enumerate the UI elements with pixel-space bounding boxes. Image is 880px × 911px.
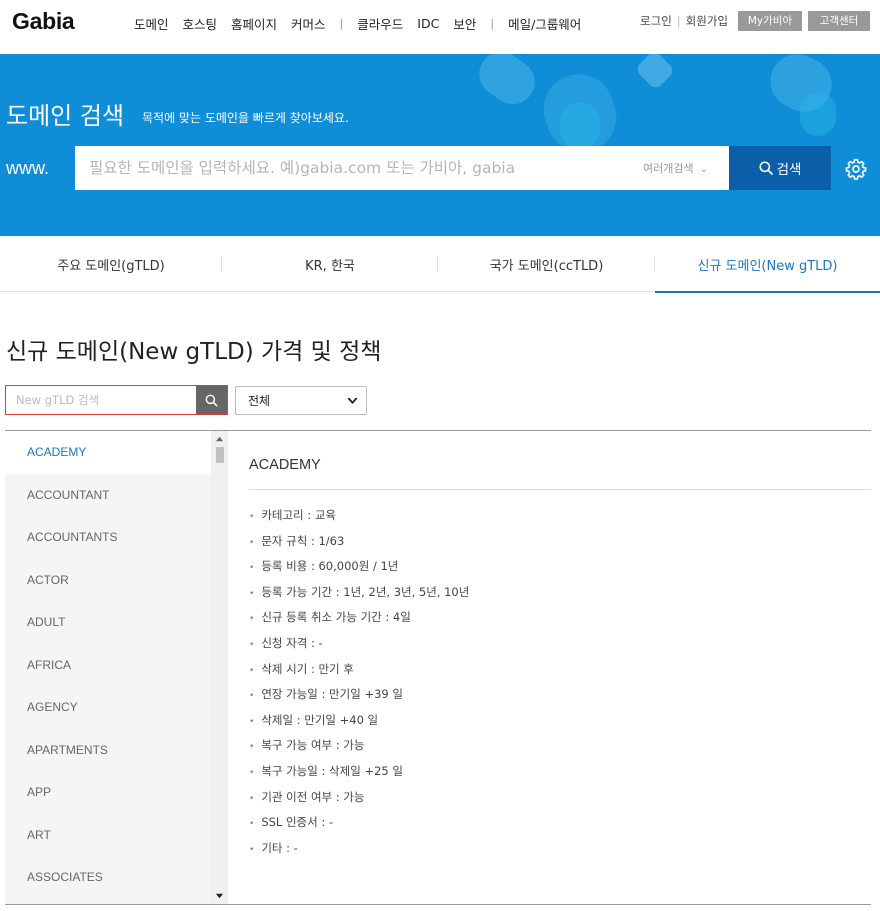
login-link[interactable]: 로그인 xyxy=(640,13,672,29)
tab-label: KR, 한국 xyxy=(305,258,355,274)
gtld-list-item[interactable]: ACCOUNTANT xyxy=(5,474,211,517)
gtld-list-item[interactable]: APP xyxy=(5,771,211,814)
category-select[interactable]: 전체 xyxy=(235,386,367,415)
gear-icon[interactable] xyxy=(845,158,867,180)
policy-info-list: 카테고리 : 교육문자 규칙 : 1/63등록 비용 : 60,000원 / 1… xyxy=(249,505,469,863)
detail-divider xyxy=(249,489,871,490)
tab-label: 신규 도메인(New gTLD) xyxy=(697,258,838,274)
domain-search-box: 여러개검색 ⌄ xyxy=(75,146,730,190)
policy-info-item: 복구 가능일 : 삭제일 +25 일 xyxy=(249,761,469,787)
policy-info-item: 삭제일 : 만기일 +40 일 xyxy=(249,710,469,736)
nav-cloud[interactable]: 클라우드 xyxy=(357,14,403,33)
util-separator: | xyxy=(676,14,681,28)
support-button[interactable]: 고객센터 xyxy=(808,11,870,31)
gtld-list-item[interactable]: ADULT xyxy=(5,601,211,644)
policy-info-item: 연장 가능일 : 만기일 +39 일 xyxy=(249,684,469,710)
domain-category-tabs: 주요 도메인(gTLD) KR, 한국 국가 도메인(ccTLD) 신규 도메인… xyxy=(0,236,880,293)
detail-title: ACADEMY xyxy=(249,457,321,473)
hero-title: 도메인 검색 xyxy=(6,102,125,130)
nav-idc[interactable]: IDC xyxy=(417,16,439,31)
gtld-detail: ACADEMY 카테고리 : 교육문자 규칙 : 1/63등록 비용 : 60,… xyxy=(249,431,871,904)
scroll-up-arrow-icon[interactable] xyxy=(215,435,224,444)
domain-search-button[interactable]: 검색 xyxy=(729,146,831,190)
policy-info-item: 복구 가능 여부 : 가능 xyxy=(249,735,469,761)
page-title: 신규 도메인(New gTLD) 가격 및 정책 xyxy=(6,339,382,365)
tab-label: 국가 도메인(ccTLD) xyxy=(489,258,604,274)
chevron-down-icon xyxy=(347,397,358,404)
decorative-shape xyxy=(470,54,544,113)
gtld-search-box xyxy=(5,385,228,415)
policy-info-item: 신청 자격 : - xyxy=(249,633,469,659)
tab-label: 주요 도메인(gTLD) xyxy=(57,258,165,274)
decorative-shape xyxy=(634,54,676,91)
tab-kr[interactable]: KR, 한국 xyxy=(222,236,438,292)
nav-separator: | xyxy=(490,17,495,30)
gtld-list-item[interactable]: APARTMENTS xyxy=(5,729,211,772)
top-navigation: Gabia 도메인 호스팅 홈페이지 커머스 | 클라우드 IDC 보안 | 메… xyxy=(0,0,880,54)
nav-commerce[interactable]: 커머스 xyxy=(291,14,326,33)
domain-search-banner: 도메인 검색 목적에 맞는 도메인을 빠르게 찾아보세요. www. 여러개검색… xyxy=(0,54,880,236)
policy-info-item: 등록 가능 기간 : 1년, 2년, 3년, 5년, 10년 xyxy=(249,582,469,608)
category-select-value: 전체 xyxy=(248,394,271,408)
multi-search-label: 여러개검색 xyxy=(643,162,694,175)
policy-info-item: SSL 인증서 : - xyxy=(249,812,469,838)
policy-info-item: 삭제 시기 : 만기 후 xyxy=(249,659,469,685)
gtld-list-item[interactable]: ASSOCIATES xyxy=(5,856,211,899)
gtld-list-item[interactable]: ACTOR xyxy=(5,559,211,602)
gtld-list-item[interactable]: ACADEMY xyxy=(5,431,211,474)
search-button-label: 검색 xyxy=(776,162,802,178)
my-gabia-button[interactable]: My가비아 xyxy=(738,11,802,31)
tab-gtld[interactable]: 주요 도메인(gTLD) xyxy=(0,236,222,292)
policy-info-item: 기관 이전 여부 : 가능 xyxy=(249,787,469,813)
nav-homepage[interactable]: 홈페이지 xyxy=(231,14,277,33)
gtld-list-item[interactable]: AFRICA xyxy=(5,644,211,687)
scrollbar-thumb[interactable] xyxy=(216,447,224,463)
policy-info-item: 문자 규칙 : 1/63 xyxy=(249,531,469,557)
gtld-list-item[interactable]: ACCOUNTANTS xyxy=(5,516,211,559)
chevron-down-icon: ⌄ xyxy=(699,164,708,175)
decorative-shape xyxy=(800,92,836,136)
gtld-list-items: ACADEMY ACCOUNTANT ACCOUNTANTS ACTOR ADULT AF… xyxy=(5,431,211,899)
gtld-list-item[interactable]: AGENCY xyxy=(5,686,211,729)
scroll-down-arrow-icon[interactable] xyxy=(215,891,224,900)
policy-info-item: 카테고리 : 교육 xyxy=(249,505,469,531)
policy-info-item: 기타 : - xyxy=(249,838,469,864)
gtld-search-input[interactable] xyxy=(6,386,196,414)
decorative-shape xyxy=(560,102,600,150)
utility-menu: 로그인 | 회원가입 My가비아 고객센터 xyxy=(640,11,870,31)
tab-new-gtld[interactable]: 신규 도메인(New gTLD) xyxy=(655,236,880,293)
tab-cctld[interactable]: 국가 도메인(ccTLD) xyxy=(438,236,655,292)
gtld-list: ACADEMY ACCOUNTANT ACCOUNTANTS ACTOR ADULT AF… xyxy=(5,431,211,904)
nav-domain[interactable]: 도메인 xyxy=(134,14,169,33)
list-scrollbar[interactable] xyxy=(211,431,228,904)
signup-link[interactable]: 회원가입 xyxy=(686,13,728,29)
gtld-search-button[interactable] xyxy=(196,386,227,414)
www-prefix: www. xyxy=(6,158,50,178)
nav-separator: | xyxy=(339,17,344,30)
search-icon xyxy=(205,394,218,406)
gtld-list-item[interactable]: ART xyxy=(5,814,211,857)
main-nav: 도메인 호스팅 홈페이지 커머스 | 클라우드 IDC 보안 | 메일/그룹웨어 xyxy=(134,14,595,33)
multi-search-dropdown[interactable]: 여러개검색 ⌄ xyxy=(643,160,708,176)
gtld-content-panel: ACADEMY ACCOUNTANT ACCOUNTANTS ACTOR ADULT AF… xyxy=(5,430,871,905)
hero-subtitle: 목적에 맞는 도메인을 빠르게 찾아보세요. xyxy=(142,111,349,125)
nav-mail-groupware[interactable]: 메일/그룹웨어 xyxy=(508,14,581,33)
domain-search-input[interactable] xyxy=(89,146,609,190)
nav-hosting[interactable]: 호스팅 xyxy=(183,14,218,33)
nav-security[interactable]: 보안 xyxy=(453,14,476,33)
policy-info-item: 신규 등록 취소 가능 기간 : 4일 xyxy=(249,607,469,633)
policy-info-item: 등록 비용 : 60,000원 / 1년 xyxy=(249,556,469,582)
gabia-logo[interactable]: Gabia xyxy=(12,8,75,35)
search-icon xyxy=(759,161,773,175)
